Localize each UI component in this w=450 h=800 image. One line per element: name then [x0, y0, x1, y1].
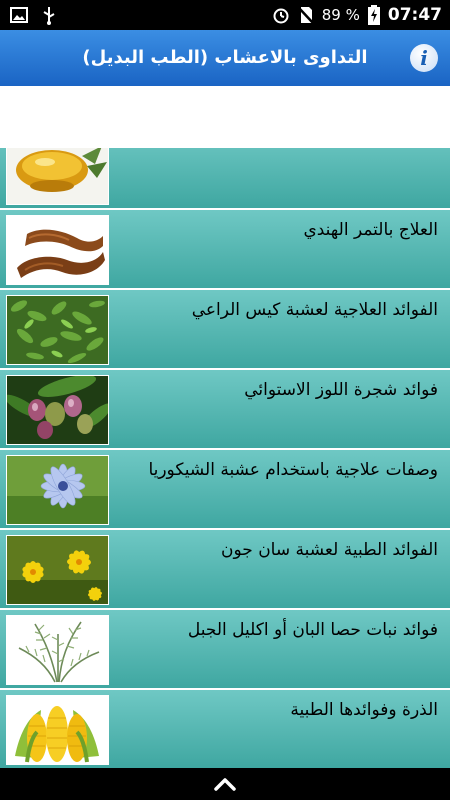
article-list: العلاج بالتمر الهندي الفوائد العلاجية لع… — [0, 148, 450, 768]
battery-percent: 89 % — [321, 6, 360, 24]
app-bar: التداوى بالاعشاب (الطب البديل) i — [0, 30, 450, 86]
image-icon — [10, 7, 28, 23]
corn-thumbnail — [6, 695, 109, 765]
info-icon[interactable]: i — [410, 44, 438, 72]
list-item[interactable]: الفوائد العلاجية لعشبة كيس الراعي — [0, 290, 450, 370]
list-item-label: العلاج بالتمر الهندي — [303, 220, 438, 240]
no-sim-icon — [297, 7, 314, 24]
list-item-label: الذرة وفوائدها الطبية — [290, 700, 438, 720]
list-item[interactable]: فوائد نبات حصا البان أو اكليل الجبل — [0, 610, 450, 690]
list-item[interactable]: فوائد شجرة اللوز الاستوائي — [0, 370, 450, 450]
usb-icon — [43, 7, 55, 25]
rosemary-thumbnail — [6, 615, 109, 685]
list-item[interactable] — [0, 148, 450, 210]
tamarind-thumbnail — [6, 215, 109, 285]
shepherds-purse-thumbnail — [6, 295, 109, 365]
list-item-label: فوائد شجرة اللوز الاستوائي — [244, 380, 438, 400]
status-bar: 89 % 07:47 — [0, 0, 450, 30]
bottom-bar — [0, 768, 450, 800]
page-title: التداوى بالاعشاب (الطب البديل) — [82, 47, 368, 68]
list-item[interactable]: الفوائد الطبية لعشبة سان جون — [0, 530, 450, 610]
chicory-flower-thumbnail — [6, 455, 109, 525]
tropical-almond-thumbnail — [6, 375, 109, 445]
list-item-label: وصفات علاجية باستخدام عشبة الشيكوريا — [148, 460, 438, 480]
battery-charging-icon — [367, 5, 380, 25]
list-item[interactable]: الذرة وفوائدها الطبية — [0, 690, 450, 768]
clock: 07:47 — [387, 5, 442, 25]
list-item-label: الفوائد العلاجية لعشبة كيس الراعي — [191, 300, 438, 320]
list-item[interactable]: العلاج بالتمر الهندي — [0, 210, 450, 290]
chevron-up-icon[interactable] — [213, 774, 237, 794]
st-johns-wort-thumbnail — [6, 535, 109, 605]
list-item-label: فوائد نبات حصا البان أو اكليل الجبل — [187, 620, 438, 640]
list-item-label: الفوائد الطبية لعشبة سان جون — [221, 540, 438, 560]
list-item[interactable]: وصفات علاجية باستخدام عشبة الشيكوريا — [0, 450, 450, 530]
oil-bowl-thumbnail — [6, 148, 109, 205]
banner-space — [0, 86, 450, 149]
alarm-icon — [273, 8, 289, 24]
